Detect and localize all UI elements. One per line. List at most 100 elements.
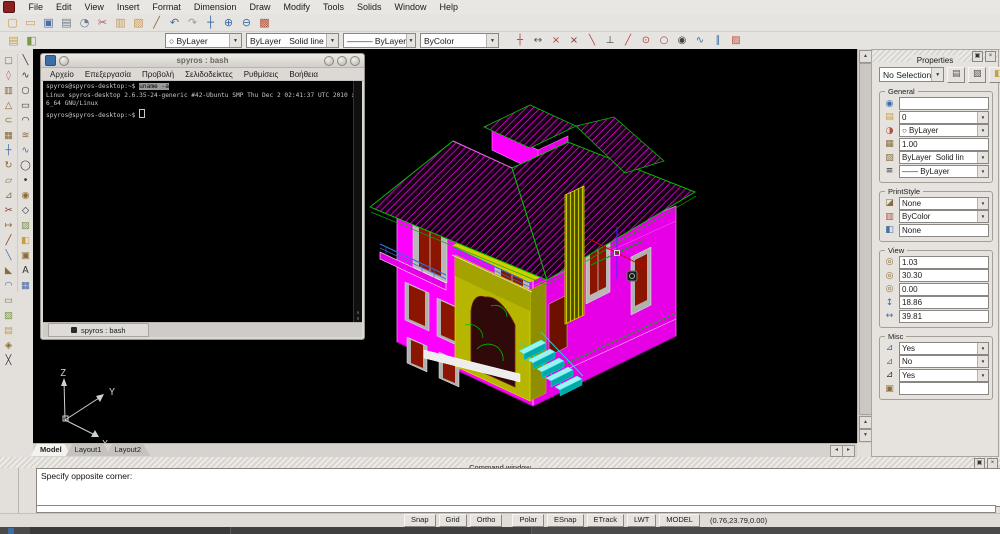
terminal-menu-item[interactable]: Βοήθεια — [289, 70, 318, 79]
point-icon[interactable]: • — [19, 174, 32, 187]
layer-row[interactable]: ▤ 0 — [883, 110, 989, 124]
extend-icon[interactable]: ↦ — [2, 219, 15, 232]
toggle-value-icon[interactable]: ◧ — [989, 67, 1000, 83]
terminal-menu-item[interactable]: Επεξεργασία — [85, 70, 131, 79]
join-icon[interactable]: ╲ — [2, 249, 15, 262]
snap-from-icon[interactable]: ↔ — [531, 34, 545, 47]
background-row[interactable]: ▣ — [883, 382, 989, 395]
model-space-toggle[interactable]: MODEL — [659, 514, 700, 527]
terminal-menu-item[interactable]: Σελιδοδείκτες — [185, 70, 233, 79]
pin-icon[interactable]: ▣ — [972, 51, 983, 62]
rectangle-icon[interactable]: ▭ — [19, 99, 32, 112]
maximize-icon[interactable] — [337, 55, 347, 66]
terminal-menu-item[interactable]: Ρυθμίσεις — [244, 70, 279, 79]
mtext-icon[interactable]: A — [19, 264, 32, 277]
new-file-icon[interactable]: ▢ — [5, 16, 20, 30]
etrack-toggle[interactable]: ETrack — [586, 514, 624, 527]
print-style-row[interactable]: ◪ None — [883, 196, 989, 210]
layers-dialog-icon[interactable]: ▤ — [6, 34, 21, 48]
menu-item[interactable]: File — [22, 1, 50, 14]
snap-settings-icon[interactable]: ▨ — [729, 34, 743, 47]
scale-icon[interactable]: ▱ — [2, 174, 15, 187]
ucs-per-viewport-row[interactable]: ⊿ Yes — [883, 368, 989, 382]
donut-icon[interactable]: ◉ — [19, 189, 32, 202]
snap-toggle[interactable]: Snap — [404, 514, 436, 527]
revcloud-icon[interactable]: ≋ — [19, 129, 32, 142]
quick-select-icon[interactable]: ▤ — [947, 67, 966, 83]
polygon-icon[interactable]: ◇ — [19, 204, 32, 217]
open-file-icon[interactable]: ▭ — [23, 16, 38, 30]
hatch-edit-icon[interactable]: ▨ — [2, 309, 15, 322]
ucs-icon-origin-row[interactable]: ⊿ No — [883, 355, 989, 368]
lineweight-row[interactable]: ≡ —— ByLayer — [883, 164, 989, 178]
snap-endpoint-icon[interactable]: × — [549, 34, 563, 47]
zoom-in-icon[interactable]: ⊕ — [221, 16, 236, 30]
chevron-down-icon[interactable]: ▼ — [486, 34, 498, 47]
snap-center-icon[interactable]: ⊙ — [639, 34, 653, 47]
entity-linetype-combo[interactable]: ByLayer Solid line ▼ — [246, 33, 339, 48]
line-icon[interactable]: ╲ — [19, 54, 32, 67]
hatch-icon[interactable]: ▨ — [19, 219, 32, 232]
select-entities-icon[interactable]: ▧ — [968, 67, 987, 83]
application-icon[interactable] — [3, 1, 15, 13]
menu-item[interactable]: Help — [433, 1, 465, 14]
snap-nearest-icon[interactable]: ∿ — [693, 34, 707, 47]
command-window-header[interactable]: Command window ▣ × — [0, 457, 1000, 473]
linetype-scale-row[interactable]: ▦ 1.00 — [883, 137, 989, 151]
explode-icon[interactable]: ╳ — [2, 354, 15, 367]
snap-parallel-icon[interactable]: ∥ — [711, 34, 725, 47]
entity-lineweight-combo[interactable]: ——— ByLayer ▼ — [343, 33, 416, 48]
print-icon[interactable]: ▤ — [59, 16, 74, 30]
terminal-scrollbar[interactable]: ∧ ∨ — [353, 81, 362, 322]
stretch-icon[interactable]: ⊿ — [2, 189, 15, 202]
mirror-icon[interactable]: △ — [2, 99, 15, 112]
chevron-down-icon[interactable]: ▼ — [326, 34, 338, 47]
table-icon[interactable]: ▦ — [19, 279, 32, 292]
chevron-down-icon[interactable]: ▼ — [229, 34, 241, 47]
trim-icon[interactable]: ✂ — [2, 204, 15, 217]
menu-item[interactable]: Tools — [316, 1, 350, 14]
circle-icon[interactable]: ○ — [19, 84, 32, 97]
esnap-toggle[interactable]: ESnap — [546, 514, 584, 527]
save-icon[interactable]: ▣ — [41, 16, 56, 30]
lwt-toggle[interactable]: LWT — [627, 514, 657, 527]
command-history[interactable]: Specify opposite corner: — [36, 468, 1000, 507]
command-window-grip[interactable] — [0, 468, 36, 513]
taskbar-app-icon[interactable] — [8, 528, 14, 534]
copy-entities-icon[interactable]: ▥ — [2, 84, 15, 97]
scroll-right-icon[interactable]: ▸ — [842, 445, 855, 457]
region-draw-icon[interactable]: ▣ — [19, 249, 32, 262]
snap-tangent-icon[interactable]: ╱ — [621, 34, 635, 47]
color-row[interactable]: ◑ ○ ByLayer — [883, 124, 989, 137]
undo-icon[interactable]: ↶ — [167, 16, 182, 30]
terminal-menu-item[interactable]: Αρχείο — [50, 70, 74, 79]
spline-icon[interactable]: ∿ — [19, 144, 32, 157]
snap-tracking-icon[interactable]: ┼ — [513, 34, 527, 47]
fillet-icon[interactable]: ◠ — [2, 279, 15, 292]
print-preview-icon[interactable]: ◔ — [77, 16, 92, 30]
print-table-row[interactable]: ◧ None — [883, 223, 989, 237]
redo-icon[interactable]: ↷ — [185, 16, 200, 30]
zoom-out-icon[interactable]: ⊖ — [239, 16, 254, 30]
array-icon[interactable]: ▦ — [2, 129, 15, 142]
arc-icon[interactable]: ◠ — [19, 114, 32, 127]
chevron-down-icon[interactable]: ▼ — [931, 68, 944, 81]
close-icon[interactable] — [350, 55, 360, 66]
menu-item[interactable]: Window — [388, 1, 433, 14]
menu-item[interactable]: Draw — [243, 1, 277, 14]
view-height-row[interactable]: ↕ 18.86 — [883, 296, 989, 309]
terminal-menu-item[interactable]: Προβολή — [142, 70, 174, 79]
grid-toggle[interactable]: Grid — [438, 514, 467, 527]
snap-quadrant-icon[interactable]: ○ — [657, 34, 671, 47]
close-icon[interactable]: × — [985, 51, 996, 62]
entity-color-combo[interactable]: ○ ByLayer ▼ — [165, 33, 242, 48]
layout2-tab[interactable]: Layout2 — [105, 444, 151, 456]
paste-icon[interactable]: ▧ — [131, 16, 146, 30]
entity-plotstyle-combo[interactable]: ByColor ▼ — [420, 33, 499, 48]
menu-item[interactable]: Format — [146, 1, 188, 14]
linetype-row[interactable]: ▨ ByLayer Solid lin — [883, 151, 989, 164]
rotate-icon[interactable]: ↻ — [2, 159, 15, 172]
snap-perpendicular-icon[interactable]: ⊥ — [603, 34, 617, 47]
entity-name-row[interactable]: ◉ — [883, 97, 989, 110]
layer-manager-icon[interactable]: ▩ — [257, 16, 272, 30]
